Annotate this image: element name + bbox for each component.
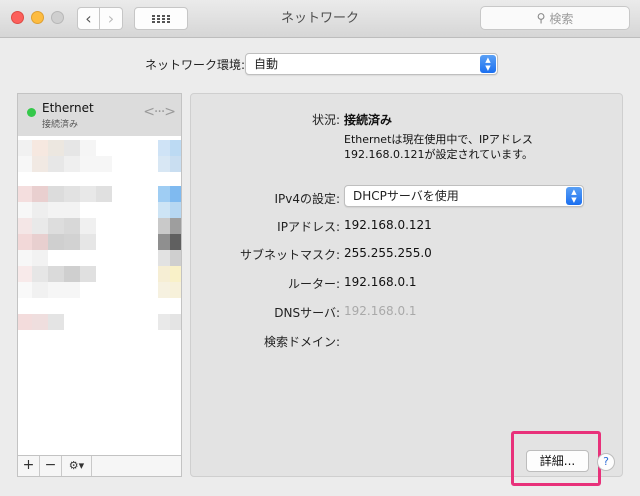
service-status: 接続済み (42, 120, 79, 130)
location-label: ネットワーク環境: (145, 58, 246, 72)
ip-address-value: 192.168.0.121 (344, 218, 432, 232)
ip-address-label: IPアドレス: (277, 220, 340, 234)
zoom-window-button[interactable] (51, 11, 64, 24)
popup-stepper-icon: ▲ ▼ (566, 187, 582, 205)
search-icon: ⚲ (536, 11, 546, 25)
service-item-ethernet[interactable]: Ethernet 接続済み <···> (18, 94, 181, 136)
service-list[interactable]: Ethernet 接続済み <···> (17, 93, 182, 456)
obscured-list-item[interactable] (18, 250, 181, 266)
location-value: 自動 (254, 57, 279, 71)
obscured-list-item[interactable] (18, 234, 181, 250)
obscured-list-item[interactable] (18, 202, 181, 218)
obscured-list-item[interactable] (18, 218, 181, 234)
popup-stepper-icon: ▲ ▼ (480, 55, 496, 73)
status-description-line2: 192.168.0.121が設定されています。 (344, 148, 534, 161)
subnet-mask-label: サブネットマスク: (239, 248, 340, 262)
obscured-list-item[interactable] (18, 266, 181, 282)
gear-icon[interactable]: ⚙▾ (62, 456, 92, 476)
show-all-button[interactable] (134, 7, 188, 30)
obscured-list-item[interactable] (18, 156, 181, 172)
router-value: 192.168.0.1 (344, 275, 417, 289)
close-window-button[interactable] (11, 11, 24, 24)
status-label: 状況: (311, 113, 340, 127)
obscured-list-item[interactable] (18, 282, 181, 298)
dns-server-value: 192.168.0.1 (344, 304, 417, 318)
obscured-list-item[interactable] (18, 186, 181, 202)
search-input[interactable]: ⚲ 検索 (480, 6, 630, 30)
title-bar: ‹ › ネットワーク ⚲ 検索 (0, 0, 640, 38)
service-name: Ethernet (42, 101, 94, 115)
add-service-button[interactable]: + (18, 456, 40, 476)
ethernet-icon: <···> (143, 104, 176, 120)
obscured-list-item[interactable] (18, 140, 181, 156)
service-list-toolbar: + − ⚙▾ (17, 456, 182, 477)
subnet-mask-value: 255.255.255.0 (344, 246, 432, 260)
router-label: ルーター: (287, 277, 340, 291)
ipv4-label: IPv4の設定: (274, 192, 340, 206)
chevron-right-icon: › (107, 8, 115, 28)
status-dot-icon (27, 108, 36, 117)
location-popup[interactable]: 自動 ▲ ▼ (245, 53, 498, 75)
ipv4-popup[interactable]: DHCPサーバを使用 ▲ ▼ (344, 185, 584, 207)
advanced-button[interactable]: 詳細... (526, 450, 589, 472)
search-placeholder: 検索 (549, 11, 574, 26)
status-value: 接続済み (344, 113, 393, 127)
minimize-window-button[interactable] (31, 11, 44, 24)
dns-server-label: DNSサーバ: (274, 306, 340, 320)
help-button[interactable]: ? (597, 453, 615, 471)
status-description-line1: Ethernetは現在使用中で、IPアドレス (344, 133, 533, 146)
grid-icon (152, 14, 170, 23)
remove-service-button[interactable]: − (40, 456, 62, 476)
forward-button[interactable]: › (100, 7, 123, 30)
obscured-list-item[interactable] (18, 314, 181, 330)
ipv4-value: DHCPサーバを使用 (353, 189, 459, 203)
chevron-left-icon: ‹ (85, 8, 92, 28)
search-domain-label: 検索ドメイン: (263, 335, 340, 349)
back-button[interactable]: ‹ (77, 7, 100, 30)
